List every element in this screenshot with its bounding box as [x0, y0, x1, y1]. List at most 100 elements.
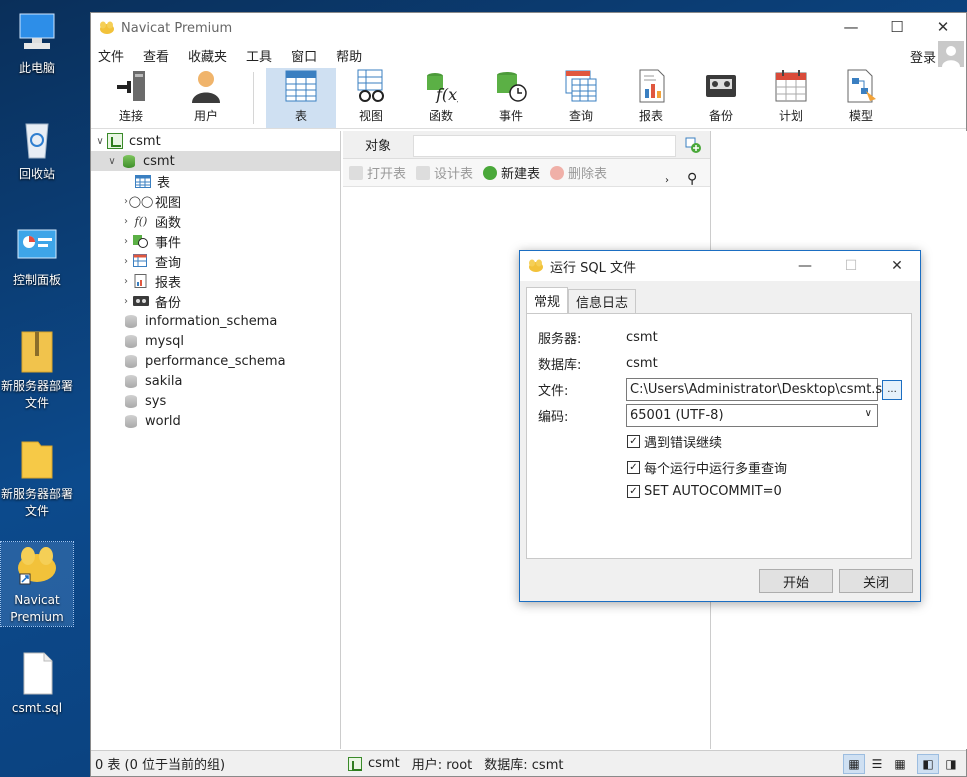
window-controls: — ☐ ✕ — [828, 13, 966, 41]
desktop-icon-recycle-bin[interactable]: 回收站 — [0, 116, 74, 183]
chevron-down-icon[interactable]: ∨ — [105, 156, 119, 167]
tab-message-log[interactable]: 信息日志 — [568, 289, 637, 313]
minimize-icon[interactable]: — — [828, 13, 874, 41]
tree-database[interactable]: sys — [91, 391, 340, 411]
desktop-icon-zip-folder[interactable]: 新服务器部署文件 — [0, 328, 74, 412]
multiple-queries-checkbox[interactable]: ✓ 每个运行中运行多重查询 — [627, 458, 787, 477]
hide-info-panel-icon[interactable]: ◨ — [940, 754, 962, 774]
tree-database[interactable]: world — [91, 411, 340, 431]
tree-label: sakila — [145, 373, 183, 389]
toolbar-table-button[interactable]: 表 — [266, 68, 336, 128]
autocommit-checkbox[interactable]: ✓ SET AUTOCOMMIT=0 — [627, 484, 782, 499]
chevron-down-icon[interactable]: ∨ — [93, 136, 107, 147]
toolbar-view-button[interactable]: 视图 — [336, 68, 406, 128]
toolbar-separator — [253, 72, 254, 124]
tree-item-reports[interactable]: › 报表 — [91, 271, 340, 291]
menu-window[interactable]: 窗口 — [284, 46, 329, 65]
overflow-chevron-icon[interactable]: › — [665, 175, 669, 186]
delete-table-label: 删除表 — [568, 167, 608, 182]
open-table-button[interactable]: 打开表 — [349, 163, 406, 182]
new-tab-icon[interactable] — [676, 131, 710, 159]
tree-item-views[interactable]: › ◯◯ 视图 — [91, 191, 340, 211]
event-icon — [493, 69, 529, 103]
user-avatar-icon[interactable] — [938, 41, 964, 67]
tree-database[interactable]: sakila — [91, 371, 340, 391]
toolbar-model-button[interactable]: 模型 — [826, 68, 896, 128]
main-toolbar: 连接 用户 表 视图 f(x) 函数 — [91, 67, 966, 129]
encoding-select[interactable]: 65001 (UTF-8) ∨ — [626, 404, 878, 427]
toolbar-schedule-button[interactable]: 计划 — [756, 68, 826, 128]
design-table-button[interactable]: 设计表 — [416, 163, 473, 182]
checkbox-label: SET AUTOCOMMIT=0 — [644, 484, 782, 499]
menu-file[interactable]: 文件 — [91, 46, 136, 65]
user-icon — [188, 69, 224, 103]
list-view-icon[interactable]: ☰ — [866, 754, 888, 774]
tree-connection[interactable]: ∨ csmt — [91, 131, 340, 151]
toolbar-label: 视图 — [358, 109, 383, 123]
toolbar-user-button[interactable]: 用户 — [171, 68, 241, 128]
desktop-icon-label: 此电脑 — [18, 61, 55, 75]
desktop-icon-folder[interactable]: 新服务器部署文件 — [0, 436, 74, 520]
grid-view-icon[interactable]: ▦ — [843, 754, 865, 774]
menu-tools[interactable]: 工具 — [239, 46, 284, 65]
toolbar-report-button[interactable]: 报表 — [616, 68, 686, 128]
tree-database[interactable]: information_schema — [91, 311, 340, 331]
desktop-icon-navicat[interactable]: Navicat Premium — [0, 541, 74, 627]
toolbar-function-button[interactable]: f(x) 函数 — [406, 68, 476, 128]
file-path-input[interactable]: C:\Users\Administrator\Desktop\csmt.sql — [626, 378, 894, 401]
tree-item-functions[interactable]: › f() 函数 — [91, 211, 340, 231]
toolbar-query-button[interactable]: 查询 — [546, 68, 616, 128]
close-button[interactable]: 关闭 — [839, 569, 913, 593]
detail-view-icon[interactable]: ▦ — [889, 754, 911, 774]
toolbar-connection-button[interactable]: 连接 — [91, 68, 171, 128]
start-button[interactable]: 开始 — [759, 569, 833, 593]
browse-file-button[interactable]: ... — [882, 379, 902, 400]
dialog-window-controls: — ☐ ✕ — [782, 251, 920, 281]
tree-label: information_schema — [145, 313, 278, 329]
close-icon[interactable]: ✕ — [920, 13, 966, 41]
tree-database-csmt[interactable]: ∨ csmt — [91, 151, 340, 171]
tree-database[interactable]: performance_schema — [91, 351, 340, 371]
menu-help[interactable]: 帮助 — [329, 46, 374, 65]
toolbar-event-button[interactable]: 事件 — [476, 68, 546, 128]
minimize-icon[interactable]: — — [782, 251, 828, 281]
tree-item-queries[interactable]: › 查询 — [91, 251, 340, 271]
tree-label: 事件 — [155, 235, 182, 251]
search-icon[interactable]: ⚲ — [687, 171, 697, 187]
window-title: Navicat Premium — [121, 20, 233, 36]
desktop-icon-control-panel[interactable]: 控制面板 — [0, 222, 74, 289]
show-info-panel-icon[interactable]: ◧ — [917, 754, 939, 774]
tree-database[interactable]: mysql — [91, 331, 340, 351]
continue-on-error-checkbox[interactable]: ✓ 遇到错误继续 — [627, 432, 722, 451]
menu-favorites[interactable]: 收藏夹 — [181, 46, 239, 65]
chevron-right-icon[interactable]: › — [119, 216, 133, 227]
login-link[interactable]: 登录 — [910, 47, 936, 66]
tab-objects[interactable]: 对象 — [343, 131, 413, 159]
desktop-icon-sql-file[interactable]: csmt.sql — [0, 650, 74, 717]
chevron-right-icon[interactable]: › — [119, 276, 133, 287]
connection-icon — [113, 69, 149, 103]
chevron-down-icon: ∨ — [864, 408, 872, 419]
delete-table-button[interactable]: 删除表 — [550, 163, 607, 182]
tree-item-tables[interactable]: 表 — [91, 171, 340, 191]
table-icon — [135, 174, 151, 188]
database-icon — [125, 394, 137, 408]
chevron-right-icon[interactable]: › — [119, 236, 133, 247]
close-icon[interactable]: ✕ — [874, 251, 920, 281]
design-table-label: 设计表 — [434, 167, 474, 182]
svg-text:f(x): f(x) — [435, 85, 458, 103]
tab-general[interactable]: 常规 — [526, 287, 569, 313]
new-table-button[interactable]: 新建表 — [483, 163, 540, 182]
report-icon — [633, 69, 669, 103]
status-connection-info: csmt 用户: root 数据库: csmt — [342, 754, 575, 773]
chevron-right-icon[interactable]: › — [119, 256, 133, 267]
tree-item-backups[interactable]: › 备份 — [91, 291, 340, 311]
desktop-icon-this-pc[interactable]: 此电脑 — [0, 10, 74, 77]
toolbar-backup-button[interactable]: 备份 — [686, 68, 756, 128]
chevron-right-icon[interactable]: › — [119, 296, 133, 307]
tree-item-events[interactable]: › 事件 — [91, 231, 340, 251]
backup-icon — [133, 294, 149, 308]
maximize-icon[interactable]: ☐ — [874, 13, 920, 41]
menu-view[interactable]: 查看 — [136, 46, 181, 65]
query-icon — [133, 254, 149, 268]
